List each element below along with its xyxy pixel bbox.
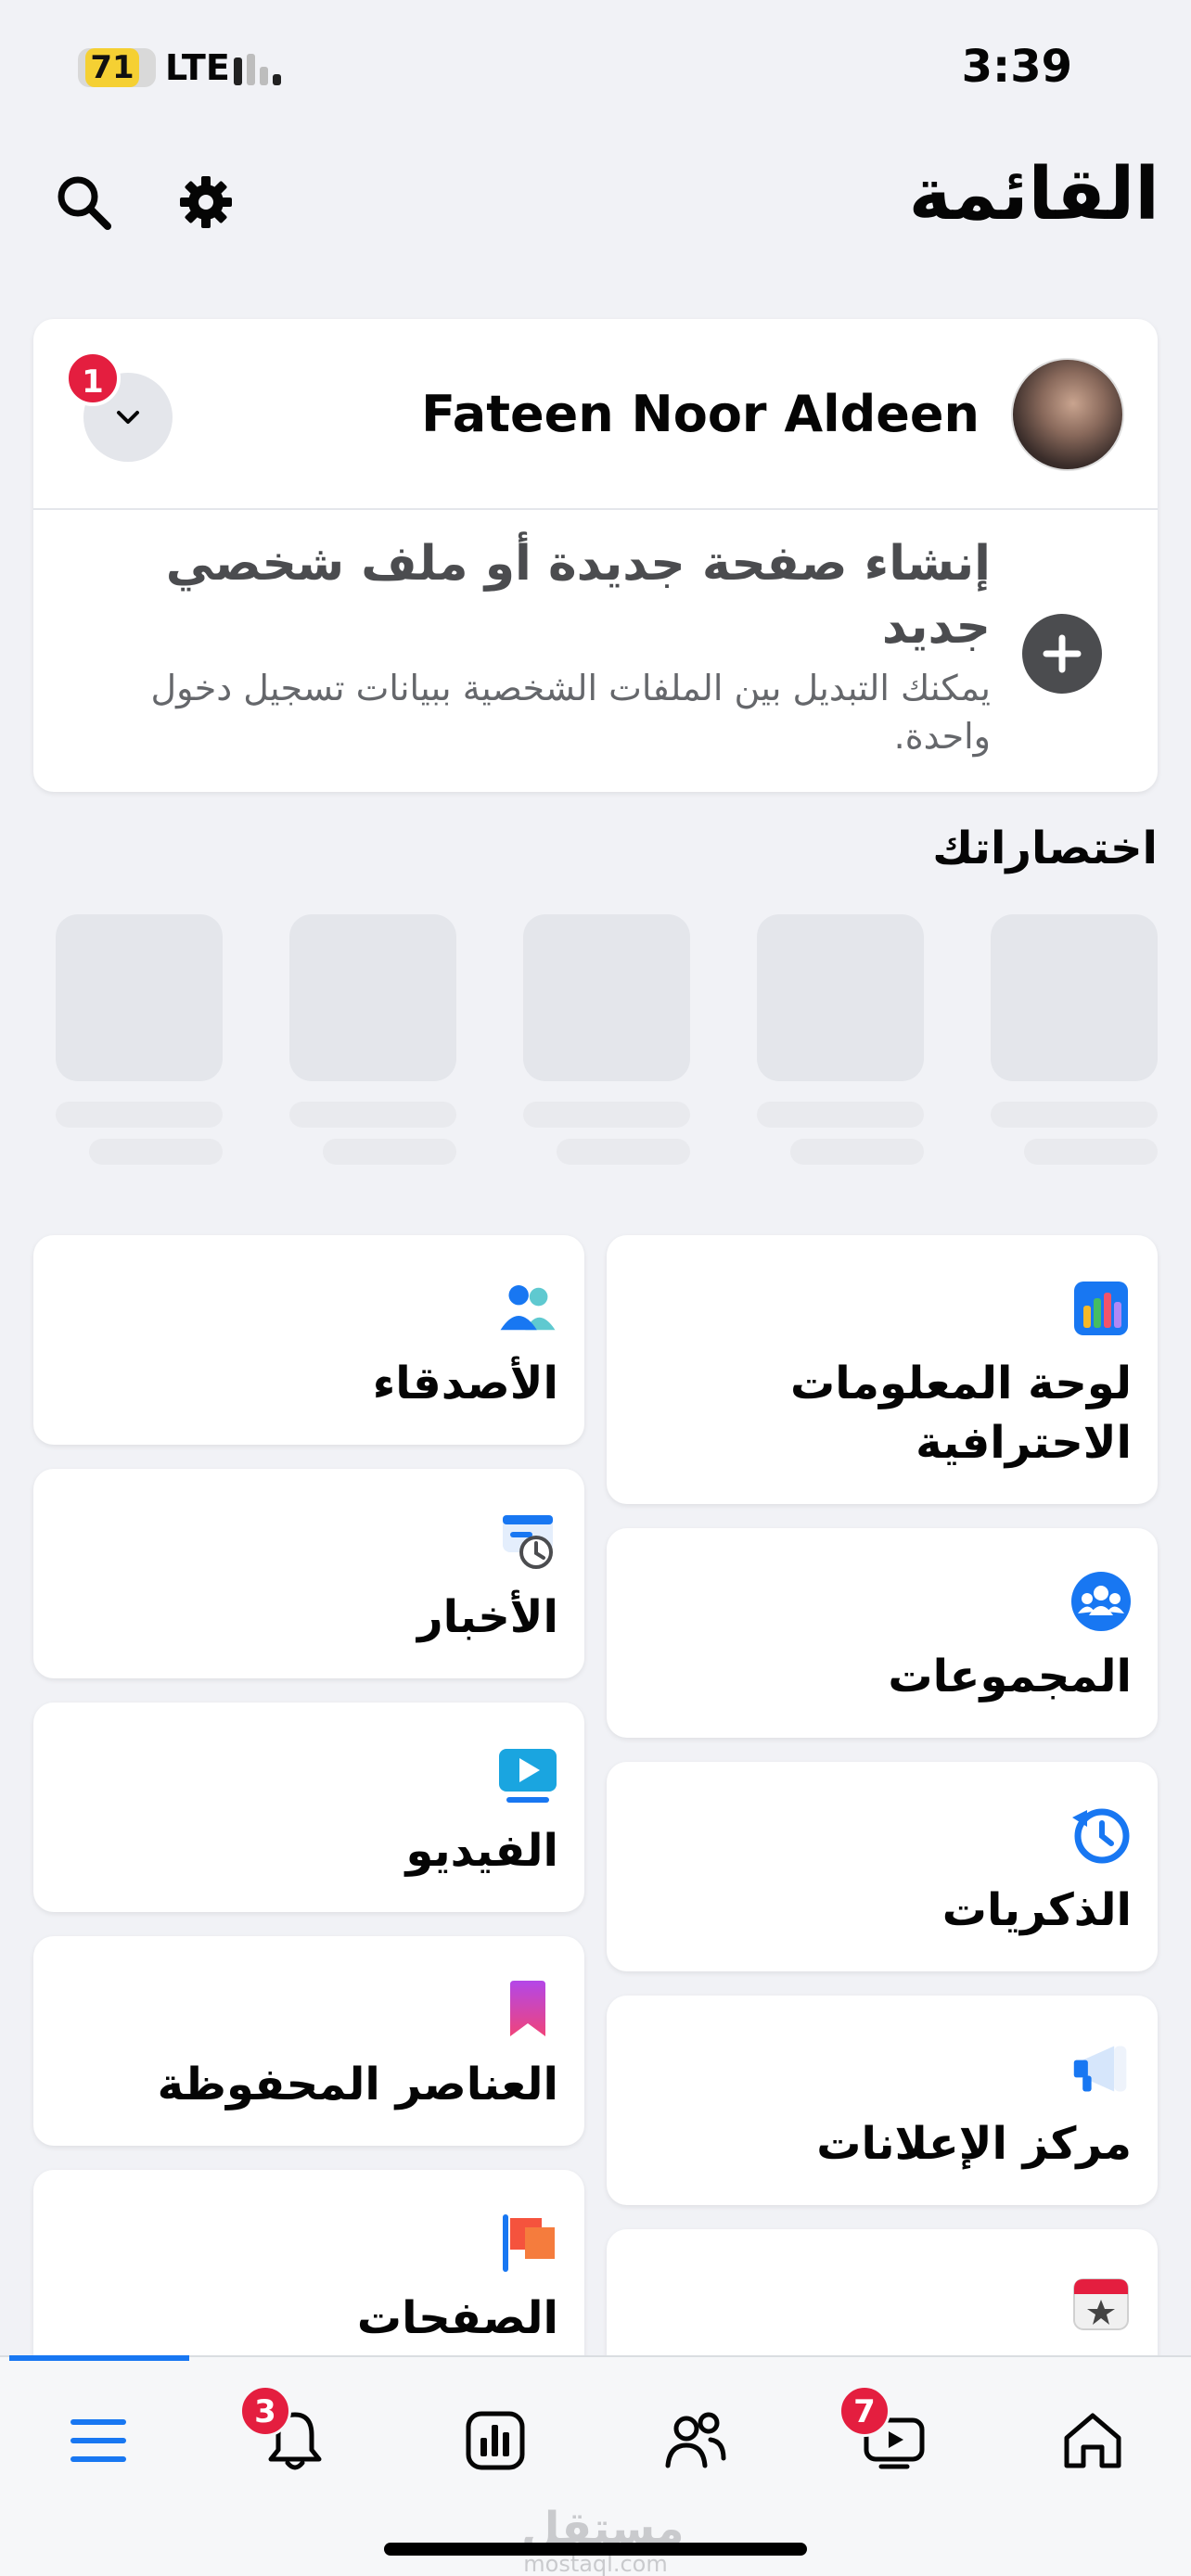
- create-profile-subtitle: يمكنك التبديل بين الملفات الشخصية ببيانا…: [150, 668, 991, 757]
- settings-button[interactable]: [171, 167, 241, 237]
- notifications-badge: 3: [239, 2385, 291, 2437]
- search-button[interactable]: [48, 167, 119, 237]
- nav-dashboard[interactable]: [440, 2385, 551, 2496]
- menu-tile-label: مركز الإعلانات: [816, 2118, 1132, 2170]
- memories-icon: [1070, 1804, 1132, 1866]
- nav-video[interactable]: 7: [839, 2385, 950, 2496]
- profile-name[interactable]: Fateen Noor Aldeen: [421, 380, 980, 449]
- search-icon: [58, 176, 111, 230]
- menu-tile-label: الصفحات: [356, 2292, 558, 2344]
- network-type: LTE: [165, 47, 230, 88]
- nav-friends[interactable]: [640, 2385, 751, 2496]
- menu-tile-label: الفيديو: [405, 1825, 558, 1877]
- menu-tile-saved[interactable]: العناصر المحفوظة: [33, 1936, 584, 2146]
- feeds-icon: [497, 1511, 558, 1573]
- menu-tile-label: الأصدقاء: [372, 1358, 558, 1409]
- shortcut-placeholder: [523, 914, 690, 1165]
- status-bar: 71 LTE 3:39: [0, 0, 1191, 130]
- nav-notifications[interactable]: 3: [239, 2385, 351, 2496]
- friends-nav-icon: [665, 2412, 726, 2468]
- status-time: 3:39: [961, 41, 1072, 93]
- megaphone-icon: [1070, 2038, 1132, 2099]
- menu-tile-label: لوحة المعلومات الاحترافية: [790, 1358, 1132, 1469]
- page-title: القائمة: [908, 153, 1159, 236]
- dashboard-nav-icon: [466, 2411, 525, 2470]
- profile-row[interactable]: Fateen Noor Aldeen 1: [33, 319, 1158, 510]
- saved-icon: [497, 1979, 558, 2040]
- menu-icon: [70, 2419, 126, 2462]
- battery-icon: 71: [78, 48, 156, 87]
- nav-active-indicator: [9, 2355, 189, 2361]
- groups-icon: [1070, 1571, 1132, 1632]
- chevron-down-icon: [117, 411, 139, 424]
- menu-tile-ad-center[interactable]: مركز الإعلانات: [607, 1996, 1158, 2205]
- home-indicator[interactable]: [384, 2543, 807, 2556]
- home-icon: [1064, 2413, 1121, 2468]
- menu-tile-groups[interactable]: المجموعات: [607, 1528, 1158, 1738]
- shortcuts-title: اختصاراتك: [932, 823, 1158, 874]
- events-calendar-icon: [1070, 2272, 1132, 2333]
- nav-menu[interactable]: [43, 2385, 154, 2496]
- menu-tile-label: العناصر المحفوظة: [157, 2059, 558, 2111]
- create-profile-title: إنشاء صفحة جديدة أو ملف شخصي جديد: [165, 536, 991, 655]
- menu-tile-professional-dashboard[interactable]: لوحة المعلومات الاحترافية: [607, 1235, 1158, 1504]
- shortcut-placeholder: [757, 914, 924, 1165]
- notification-badge: 1: [65, 351, 121, 406]
- shortcut-placeholder: [56, 914, 223, 1165]
- plus-icon: [1022, 614, 1102, 694]
- nav-home[interactable]: [1037, 2385, 1148, 2496]
- dashboard-icon: [1070, 1278, 1132, 1339]
- menu-tile-memories[interactable]: الذكريات: [607, 1762, 1158, 1971]
- profile-card: Fateen Noor Aldeen 1 إنشاء صفحة جديدة أو…: [33, 319, 1158, 792]
- video-badge: 7: [839, 2385, 890, 2437]
- menu-tile-pages[interactable]: الصفحات: [33, 2170, 584, 2379]
- gear-icon: [180, 176, 232, 228]
- shortcut-placeholder: [289, 914, 456, 1165]
- menu-tile-label: الأخبار: [416, 1591, 558, 1643]
- menu-tile-label: المجموعات: [888, 1651, 1132, 1702]
- friends-icon: [497, 1278, 558, 1339]
- menu-tile-friends[interactable]: الأصدقاء: [33, 1235, 584, 1445]
- menu-tile-feeds[interactable]: الأخبار: [33, 1469, 584, 1678]
- shortcut-placeholder: [991, 914, 1158, 1165]
- menu-tile-label: الذكريات: [941, 1884, 1132, 1936]
- watermark: مستقل mostaql.com: [521, 2506, 685, 2576]
- create-profile-row[interactable]: إنشاء صفحة جديدة أو ملف شخصي جديد يمكنك …: [33, 512, 1158, 790]
- avatar[interactable]: [1011, 358, 1124, 471]
- battery-level: 71: [90, 49, 134, 86]
- pages-flag-icon: [497, 2213, 558, 2274]
- menu-tile-video[interactable]: الفيديو: [33, 1702, 584, 1912]
- signal-icon: [234, 50, 289, 85]
- video-icon: [497, 1745, 558, 1806]
